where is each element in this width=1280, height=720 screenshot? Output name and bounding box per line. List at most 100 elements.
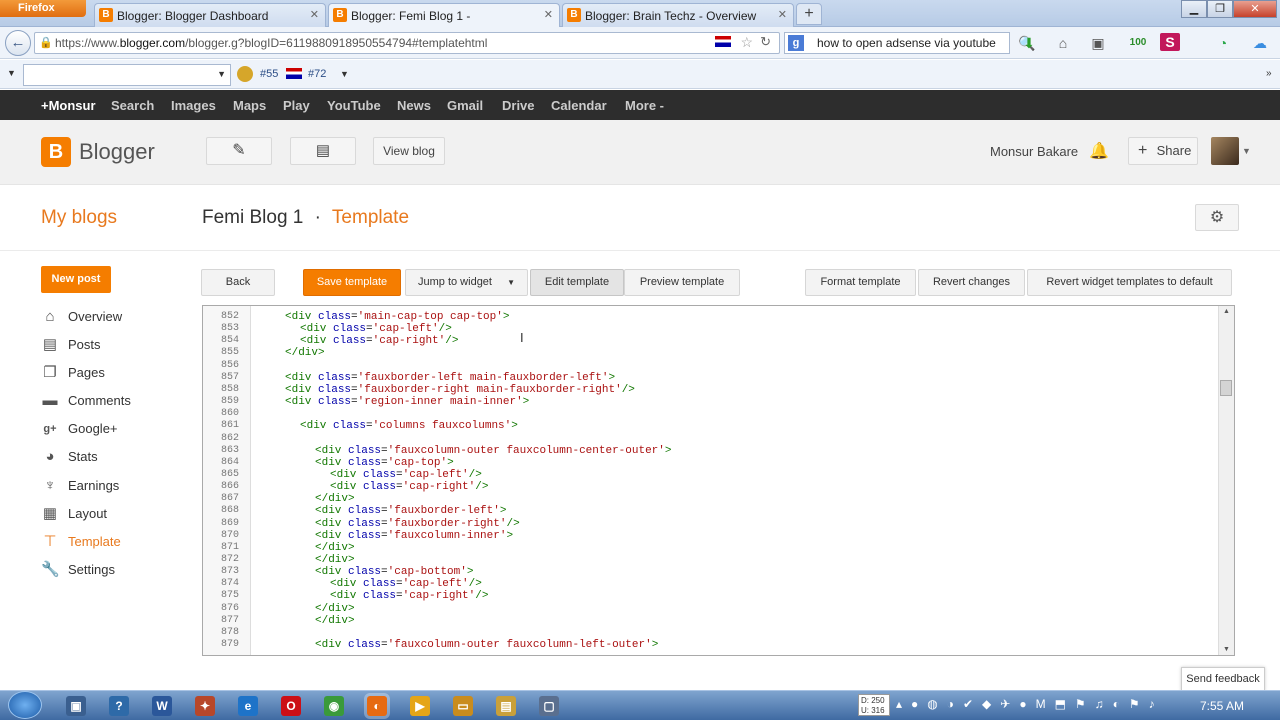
gbar-maps-link[interactable]: Maps [233, 98, 266, 113]
view-blog-button[interactable]: View blog [373, 137, 445, 165]
code-line[interactable]: <div class='fauxborder-right'/> [315, 518, 520, 530]
taskbar-firefox-icon[interactable]: ◐ [367, 696, 387, 716]
code-line[interactable]: <div class='cap-top'> [315, 457, 454, 469]
sidebar-item-overview[interactable]: ⌂ Overview [41, 306, 122, 328]
taskbar-app-icon[interactable]: ✦ [195, 696, 215, 716]
notification-bell-icon[interactable]: 🔔 [1089, 141, 1109, 161]
bookmark-star-icon[interactable]: ☆ [740, 34, 753, 51]
code-line[interactable]: <div class='region-inner main-inner'> [285, 396, 529, 408]
new-tab-button[interactable]: + [796, 3, 822, 25]
editor-scrollbar[interactable]: ▲ ▼ [1218, 306, 1234, 655]
close-window-button[interactable]: ✕ [1233, 0, 1277, 18]
rank-dropdown-icon[interactable]: ▼ [340, 69, 349, 79]
code-line[interactable]: <div class='fauxcolumn-outer fauxcolumn-… [315, 639, 658, 651]
taskbar-chrome-icon[interactable]: ◉ [324, 696, 344, 716]
taskbar-opera-icon[interactable]: O [281, 696, 301, 716]
sidebar-item-stats[interactable]: ◕ Stats [41, 446, 97, 468]
code-line[interactable]: <div class='main-cap-top cap-top'> [285, 311, 509, 323]
revert-changes-button[interactable]: Revert changes [918, 269, 1025, 296]
overflow-chevron-icon[interactable]: » [1266, 68, 1272, 79]
url-bar[interactable]: 🔒 https://www.blogger.com/blogger.g?blog… [34, 32, 780, 54]
user-name[interactable]: Monsur Bakare [990, 144, 1078, 159]
blogger-logo-icon[interactable]: B [41, 137, 71, 167]
reload-icon[interactable]: ↻ [760, 34, 771, 50]
code-line[interactable]: <div class='fauxborder-left'> [315, 505, 506, 517]
search-input[interactable]: g how to open adsense via youtube [784, 32, 1010, 54]
jump-to-widget-dropdown[interactable]: Jump to widget ▼ [405, 269, 528, 296]
sidebar-item-pages[interactable]: ❐ Pages [41, 362, 105, 384]
cloud-addon-icon[interactable]: ☁ [1250, 33, 1270, 53]
gbar-search-link[interactable]: Search [111, 98, 154, 113]
gbar-calendar-link[interactable]: Calendar [551, 98, 607, 113]
google-search-icon[interactable]: g [788, 35, 804, 51]
gbar-news-link[interactable]: News [397, 98, 431, 113]
back-arrow-icon[interactable]: ← [5, 30, 31, 56]
taskbar-ie-icon[interactable]: e [238, 696, 258, 716]
sidebar-item-settings[interactable]: 🔧 Settings [41, 559, 115, 581]
code-line[interactable]: <div class='cap-right'/> [330, 590, 488, 602]
sidebar-item-template[interactable]: ⊤ Template [41, 531, 120, 553]
sidebar-item-google-plus[interactable]: g+ Google+ [41, 418, 117, 440]
maximize-button[interactable]: ❐ [1207, 0, 1233, 18]
blogger-brand[interactable]: Blogger [79, 139, 155, 165]
save-template-button[interactable]: Save template [303, 269, 401, 296]
taskbar-media-icon[interactable]: ▶ [410, 696, 430, 716]
firefox-menu-button[interactable]: Firefox [0, 0, 86, 17]
chevron-down-icon[interactable]: ▼ [217, 69, 226, 79]
code-line[interactable]: <div class='cap-left'/> [330, 578, 482, 590]
gbar-drive-link[interactable]: Drive [502, 98, 535, 113]
taskbar-library-icon[interactable]: ▤ [496, 696, 516, 716]
gbar-more-menu[interactable]: More - [625, 98, 664, 113]
code-line[interactable]: <div class='fauxborder-left main-fauxbor… [285, 372, 615, 384]
sync-addon-icon[interactable]: ◔ [1213, 33, 1233, 53]
blog-name[interactable]: Femi Blog 1 [202, 207, 303, 228]
home-toolbar-icon[interactable]: ⌂ [1053, 33, 1073, 53]
stumble-addon-icon[interactable]: S [1160, 33, 1180, 51]
code-line[interactable]: <div class='fauxcolumn-inner'> [315, 530, 513, 542]
system-tray-icons[interactable]: ▴●◍◑✔◆✈●M⬒⚑♫◐⚑♪ [896, 697, 1196, 715]
share-button[interactable]: + Share [1128, 137, 1198, 165]
gear-icon[interactable]: ⚙ [1195, 204, 1239, 231]
code-line[interactable]: </div> [315, 603, 355, 615]
sidebar-item-layout[interactable]: ▦ Layout [41, 503, 107, 525]
sidebar-item-comments[interactable]: ▬ Comments [41, 390, 131, 412]
taskbar-word-icon[interactable]: W [152, 696, 172, 716]
code-line[interactable]: <div class='cap-left'/> [300, 323, 452, 335]
posts-list-button[interactable]: ▤ [290, 137, 356, 165]
gbar-profile-link[interactable]: +Monsur [41, 98, 96, 113]
close-tab-icon[interactable]: ✕ [778, 8, 787, 21]
avatar[interactable] [1211, 137, 1239, 165]
addon-100-icon[interactable]: 100 [1128, 33, 1148, 53]
preview-template-button[interactable]: Preview template [624, 269, 740, 296]
minimize-button[interactable]: ▁ [1181, 0, 1207, 18]
taskbar-help-icon[interactable]: ? [109, 696, 129, 716]
clock[interactable]: 7:55 AM [1200, 699, 1244, 713]
code-line[interactable]: <div class='cap-left'/> [330, 469, 482, 481]
code-line[interactable]: </div> [315, 542, 355, 554]
gbar-images-link[interactable]: Images [171, 98, 216, 113]
code-line[interactable]: </div> [285, 347, 325, 359]
sidebar-item-posts[interactable]: ▤ Posts [41, 334, 101, 356]
code-line[interactable]: <div class='cap-right'/> [300, 335, 458, 347]
gbar-youtube-link[interactable]: YouTube [327, 98, 381, 113]
code-line[interactable]: </div> [315, 493, 355, 505]
gbar-play-link[interactable]: Play [283, 98, 310, 113]
code-line[interactable]: <div class='fauxcolumn-outer fauxcolumn-… [315, 445, 672, 457]
close-tab-icon[interactable]: ✕ [544, 8, 553, 21]
start-button[interactable] [8, 691, 42, 719]
revert-widget-templates-button[interactable]: Revert widget templates to default [1027, 269, 1232, 296]
avatar-dropdown-icon[interactable]: ▼ [1242, 146, 1251, 156]
addon-search-input[interactable]: ▼ [23, 64, 231, 86]
tab-brain-techz[interactable]: B Blogger: Brain Techz - Overview ✕ [562, 3, 794, 27]
back-button[interactable]: Back [201, 269, 275, 296]
download-arrow-icon[interactable]: ⬇ [1019, 33, 1039, 53]
close-tab-icon[interactable]: ✕ [310, 8, 319, 21]
scroll-down-icon[interactable]: ▼ [1223, 646, 1230, 653]
taskbar-window-icon[interactable]: ▢ [539, 696, 559, 716]
tab-blogger-dashboard[interactable]: B Blogger: Blogger Dashboard ✕ [94, 3, 326, 27]
format-template-button[interactable]: Format template [805, 269, 916, 296]
scroll-up-icon[interactable]: ▲ [1223, 308, 1230, 315]
scrollbar-thumb[interactable] [1220, 380, 1232, 396]
bookmarks-icon[interactable]: ▣ [1088, 33, 1108, 53]
edit-template-button[interactable]: Edit template [530, 269, 624, 296]
